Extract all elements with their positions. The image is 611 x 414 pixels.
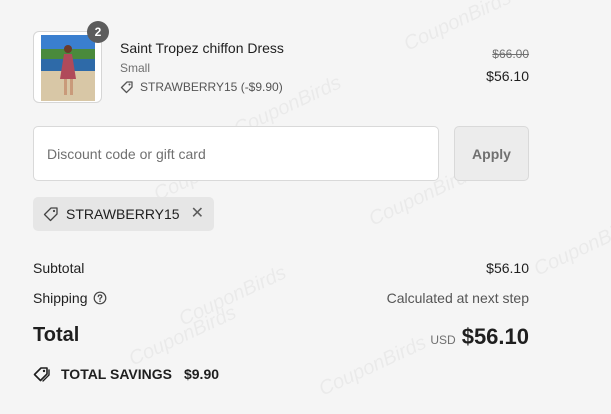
subtotal-label: Subtotal	[33, 260, 85, 276]
item-discount-label: STRAWBERRY15 (-$9.90)	[140, 80, 283, 94]
subtotal-value: $56.10	[486, 260, 529, 276]
tag-icon	[120, 81, 133, 94]
quantity-badge: 2	[87, 21, 109, 43]
total-value: $56.10	[461, 324, 529, 349]
line-item: 2 Saint Tropez chiffon Dress Small STRAW…	[33, 21, 529, 103]
product-variant: Small	[120, 61, 151, 75]
shipping-label: Shipping	[33, 290, 88, 306]
watermark: CouponBirds	[531, 212, 611, 282]
product-thumbnail[interactable]	[33, 31, 102, 103]
applied-code-chip: STRAWBERRY15 ✕	[33, 197, 214, 231]
shipping-row: Shipping Calculated at next step	[33, 290, 529, 306]
product-name: Saint Tropez chiffon Dress	[120, 40, 284, 56]
total-savings: TOTAL SAVINGS $9.90	[33, 366, 219, 382]
subtotal-row: Subtotal $56.10	[33, 260, 529, 276]
savings-label: TOTAL SAVINGS	[61, 366, 172, 382]
dress-photo-icon	[41, 35, 95, 101]
savings-value: $9.90	[183, 366, 220, 382]
discount-code-input[interactable]	[33, 126, 439, 181]
tag-icon	[43, 207, 58, 222]
item-price: $56.10	[486, 68, 529, 84]
original-price: $66.00	[492, 47, 529, 61]
tag-icon	[33, 367, 50, 382]
item-discount: STRAWBERRY15 (-$9.90)	[120, 80, 283, 94]
shipping-value: Calculated at next step	[386, 290, 529, 306]
help-circle-icon[interactable]	[93, 291, 107, 305]
currency-code: USD	[430, 333, 456, 347]
total-amount: USD $56.10	[430, 324, 529, 350]
total-row: Total USD $56.10	[33, 324, 529, 352]
total-label: Total	[33, 324, 80, 346]
applied-code-label: STRAWBERRY15	[66, 206, 180, 222]
remove-code-icon[interactable]: ✕	[191, 206, 204, 222]
apply-button[interactable]: Apply	[454, 126, 529, 181]
